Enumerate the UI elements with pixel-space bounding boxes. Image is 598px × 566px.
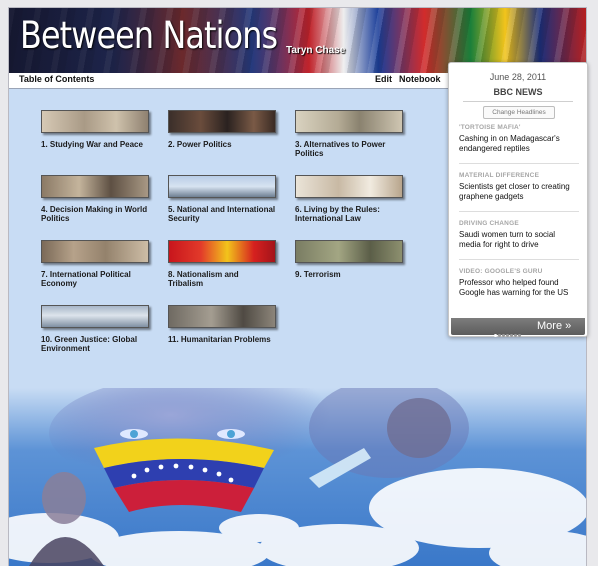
chapter-6[interactable]: 6. Living by the Rules: International La…: [295, 175, 403, 223]
news-category: MATERIAL DIFFERENCE: [459, 172, 540, 179]
chapter-thumbnail[interactable]: [168, 110, 276, 133]
news-footer: More »: [451, 318, 585, 337]
chapter-grid: 1. Studying War and Peace 2. Power Polit…: [41, 110, 421, 360]
chapter-11[interactable]: 11. Humanitarian Problems: [168, 305, 276, 344]
news-item[interactable]: MATERIAL DIFFERENCE Scientists get close…: [459, 172, 579, 202]
notebook-link[interactable]: Notebook: [399, 74, 441, 84]
chapter-thumbnail[interactable]: [168, 305, 276, 328]
book-author: Taryn Chase: [286, 45, 346, 56]
chapter-title[interactable]: 7. International Political Economy: [41, 270, 149, 288]
pagination-dot[interactable]: [498, 334, 501, 337]
pagination-dot[interactable]: [494, 334, 497, 337]
divider: [459, 259, 579, 260]
news-headline[interactable]: Cashing in on Madagascar's endangered re…: [459, 134, 579, 154]
chapter-1[interactable]: 1. Studying War and Peace: [41, 110, 149, 149]
pagination-dot[interactable]: [510, 334, 513, 337]
chapter-thumbnail[interactable]: [295, 175, 403, 198]
chapter-5[interactable]: 5. National and International Security: [168, 175, 276, 223]
table-of-contents-link[interactable]: Table of Contents: [19, 74, 94, 84]
chapter-title[interactable]: 6. Living by the Rules: International La…: [295, 205, 403, 223]
chapter-8[interactable]: 8. Nationalism and Tribalism: [168, 240, 276, 288]
chapter-thumbnail[interactable]: [295, 110, 403, 133]
chapter-thumbnail[interactable]: [168, 175, 276, 198]
edit-link[interactable]: Edit: [375, 74, 392, 84]
chapter-title[interactable]: 11. Humanitarian Problems: [168, 335, 276, 344]
pagination-dot[interactable]: [506, 334, 509, 337]
book-title: Between Nations: [20, 14, 278, 57]
chapter-title[interactable]: 2. Power Politics: [168, 140, 276, 149]
news-item[interactable]: DRIVING CHANGE Saudi women turn to socia…: [459, 220, 579, 250]
news-item[interactable]: VIDEO: GOOGLE'S GURU Professor who helpe…: [459, 268, 579, 298]
chapter-10[interactable]: 10. Green Justice: Global Environment: [41, 305, 149, 353]
chapter-2[interactable]: 2. Power Politics: [168, 110, 276, 149]
change-headlines-button[interactable]: Change Headlines: [483, 106, 555, 119]
chapter-3[interactable]: 3. Alternatives to Power Politics: [295, 110, 403, 158]
chapter-title[interactable]: 9. Terrorism: [295, 270, 403, 279]
news-category: VIDEO: GOOGLE'S GURU: [459, 268, 543, 275]
news-category: DRIVING CHANGE: [459, 220, 519, 227]
pagination-dots[interactable]: [494, 324, 522, 342]
decorative-collage: [9, 388, 586, 566]
news-headline[interactable]: Professor who helped found Google has wa…: [459, 278, 579, 298]
chapter-4[interactable]: 4. Decision Making in World Politics: [41, 175, 149, 223]
chapter-title[interactable]: 1. Studying War and Peace: [41, 140, 149, 149]
chapter-thumbnail[interactable]: [295, 240, 403, 263]
chapter-thumbnail[interactable]: [168, 240, 276, 263]
chapter-thumbnail[interactable]: [41, 305, 149, 328]
news-headline[interactable]: Scientists get closer to creating graphe…: [459, 182, 579, 202]
news-date: June 28, 2011: [489, 72, 547, 82]
chapter-title[interactable]: 3. Alternatives to Power Politics: [295, 140, 403, 158]
news-source-title: BBC NEWS: [463, 87, 573, 102]
more-news-button[interactable]: More »: [537, 320, 571, 332]
chapter-thumbnail[interactable]: [41, 110, 149, 133]
chapter-title[interactable]: 5. National and International Security: [168, 205, 276, 223]
news-item[interactable]: 'TORTOISE MAFIA' Cashing in on Madagasca…: [459, 124, 579, 154]
news-headline[interactable]: Saudi women turn to social media for rig…: [459, 230, 579, 250]
pagination-dot[interactable]: [514, 334, 517, 337]
chapter-7[interactable]: 7. International Political Economy: [41, 240, 149, 288]
chapter-thumbnail[interactable]: [41, 175, 149, 198]
pagination-dot[interactable]: [502, 334, 505, 337]
chapter-thumbnail[interactable]: [41, 240, 149, 263]
chapter-title[interactable]: 10. Green Justice: Global Environment: [41, 335, 149, 353]
news-category: 'TORTOISE MAFIA': [459, 124, 521, 131]
divider: [459, 211, 579, 212]
collage-art: [9, 388, 586, 566]
pagination-dot[interactable]: [518, 334, 521, 337]
chapter-title[interactable]: 4. Decision Making in World Politics: [41, 205, 149, 223]
chapter-title[interactable]: 8. Nationalism and Tribalism: [168, 270, 276, 288]
news-widget: June 28, 2011 BBC NEWS Change Headlines …: [448, 62, 588, 337]
divider: [459, 163, 579, 164]
chapter-9[interactable]: 9. Terrorism: [295, 240, 403, 279]
